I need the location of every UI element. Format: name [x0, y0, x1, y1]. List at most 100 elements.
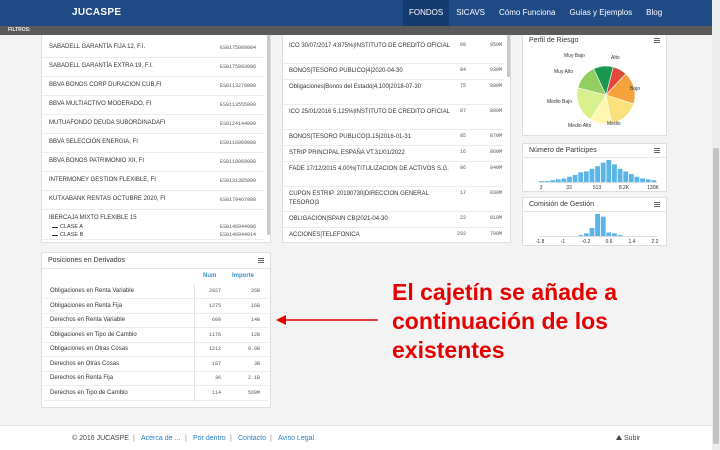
holding-row[interactable]: Obligaciones|Bonos del Estado|4,100|2018… [283, 80, 504, 105]
fund-name[interactable]: BBVA BONOS CORP DURACION CUB,FI [49, 82, 161, 88]
histogram-bar[interactable] [606, 232, 612, 236]
histogram-bar[interactable] [589, 228, 595, 236]
fund-name[interactable]: SABADELL GARANTÍA FIJA 12, F.I. [49, 44, 145, 50]
fund-row[interactable]: IBERCAJA MIXTO FLEXIBLE 15 CLASE A ES01469… [42, 210, 264, 240]
fund-row[interactable]: BBVA BONOS PATRIMONIO XII, FI ES011006900… [42, 153, 264, 172]
histogram-bar[interactable] [589, 168, 595, 182]
derivative-num: 1212 [208, 346, 221, 352]
footer-separator: | [133, 435, 135, 442]
risk-profile-panel: Perfil de Riesgo Muy Bajo Alto Muy Alto Baj… [522, 35, 667, 136]
holding-amount: 810M [489, 215, 502, 221]
derivative-row[interactable]: Derechos en Otras Cosas 107 3B [44, 357, 268, 372]
histogram-bar[interactable] [561, 178, 567, 182]
holding-name: FADE 17/12/2015 4.00%|TITULIZACION DE AC… [289, 166, 449, 172]
histogram-bar[interactable] [617, 168, 623, 182]
holdings-scrollbar[interactable] [507, 35, 510, 77]
fund-row[interactable]: MUTUAFONDO DEUDA SUBORDINADAFI ES01241440… [42, 115, 264, 134]
nav-como-funciona[interactable]: Cómo Funciona [492, 0, 562, 26]
col-importe-header[interactable]: Importe [232, 273, 254, 279]
fund-row[interactable]: INTERMONEY GESTION FLEXIBLE, FI ES0131385… [42, 172, 264, 191]
histogram-bar[interactable] [555, 179, 561, 182]
col-num-header[interactable]: Num [203, 273, 216, 279]
nav-blog[interactable]: Blog [639, 0, 669, 26]
nav-sicavs[interactable]: SICAVS [449, 0, 492, 26]
histogram-bar[interactable] [578, 235, 584, 236]
holding-name: STRIP PRINCIPAL ESPAÑA VT.31/01/2022 [289, 150, 405, 156]
footer-link-por-dentro[interactable]: Por dentro [193, 435, 226, 442]
nav-guias[interactable]: Guías y Ejemplos [562, 0, 639, 26]
footer-link-aviso-legal[interactable]: Aviso Legal [278, 435, 314, 442]
page-scrollbar-thumb[interactable] [713, 148, 719, 444]
histogram-bar[interactable] [634, 176, 640, 182]
fund-name[interactable]: INTERMONEY GESTION FLEXIBLE, FI [49, 177, 156, 183]
fund-row[interactable]: BBVA MULTIACTIVO MODERADO, FI ES011355500… [42, 96, 264, 115]
histogram-bar[interactable] [640, 178, 645, 182]
scroll-top-link[interactable]: Subir [616, 435, 640, 442]
holding-row[interactable]: ICO 25/01/2016 5.125%|INSTITUTO DE CREDI… [283, 105, 504, 130]
histogram-bar[interactable] [595, 166, 601, 182]
holding-row[interactable]: ACCIONES|TELEFONICA 292 790M [283, 228, 504, 242]
histogram-bar[interactable] [645, 179, 651, 182]
fund-name[interactable]: IBERCAJA MIXTO FLEXIBLE 15 [49, 215, 137, 221]
fund-name[interactable]: MUTUAFONDO DEUDA SUBORDINADAFI [49, 120, 165, 126]
histogram-bar[interactable] [612, 233, 617, 236]
fund-row[interactable]: KUTXABANK RENTA FIJA CORTO, FIES01385910… [42, 240, 264, 242]
fund-name[interactable]: KUTXABANK RENTAS OCTUBRE 2020, FI [49, 196, 166, 202]
histogram-bar[interactable] [600, 216, 606, 236]
histogram-bar[interactable] [567, 176, 572, 182]
histogram-bar[interactable] [606, 160, 612, 182]
holding-row[interactable]: CUPON ESTRIP. 20190730|DIRECCION GENERAL… [283, 187, 504, 212]
histogram-bar[interactable] [600, 162, 606, 182]
holding-row[interactable]: FADE 17/12/2015 4.00%|TITULIZACION DE AC… [283, 162, 504, 187]
footer-link-acerca[interactable]: Acerca de ... [141, 435, 180, 442]
holding-row[interactable]: OBLIGACION|SPAIN CB|2021-04-30 22 810M [283, 212, 504, 228]
histogram-bar[interactable] [623, 171, 629, 182]
fund-row[interactable]: BBVA SELECCIÓN ENERGIA, FI ES0116060008 [42, 134, 264, 153]
holding-amount: 890M [489, 83, 502, 89]
derivative-row[interactable]: Derechos en Tipo de Cambio 114 560M [44, 386, 268, 401]
fund-row[interactable]: SABADELL GARANTÍA FIJA 12, F.I. ES0175089… [42, 39, 264, 58]
derivative-row[interactable]: Obligaciones en Tipo de Cambio 1176 12B [44, 328, 268, 343]
histogram-bar[interactable] [578, 172, 584, 182]
derivative-row[interactable]: Obligaciones en Renta Fija 1275 16B [44, 299, 268, 314]
histogram-bar[interactable] [628, 174, 634, 182]
annotation-text: El cajetín se añade a continuación de lo… [392, 278, 617, 365]
derivative-label: Obligaciones en Otras Cosas [50, 346, 129, 352]
fund-class-label[interactable]: CLASE A [60, 224, 83, 230]
funds-scrollbar[interactable] [267, 35, 270, 235]
pie-label: Medio Bajo [547, 99, 572, 105]
histogram-bar[interactable] [583, 171, 589, 182]
holding-num: 87 [459, 108, 466, 114]
fund-row[interactable]: BBVA BONOS CORP DURACION CUB,FI ES0113278… [42, 77, 264, 96]
histogram-bar[interactable] [550, 180, 556, 182]
footer-link-contacto[interactable]: Contacto [238, 435, 266, 442]
brand-logo[interactable]: JUCASPE [72, 7, 121, 18]
holding-row[interactable]: BONOS|TESORO PUBLICO|4|2020-04-30 84 930M [283, 64, 504, 80]
histogram-bar[interactable] [617, 235, 623, 236]
holding-row[interactable]: BONOS|TESORO PUBLICO|3.15|2016-01-31 85 87… [283, 130, 504, 146]
histogram-bar[interactable] [583, 233, 589, 236]
derivative-row[interactable]: Derechos en Renta Variable 609 14B [44, 313, 268, 328]
histogram-bar[interactable] [595, 214, 601, 236]
fund-class-label[interactable]: CLASE B [60, 232, 83, 238]
histogram-bar[interactable] [539, 181, 544, 182]
histogram-bar[interactable] [544, 181, 550, 182]
fund-name[interactable]: BBVA BONOS PATRIMONIO XII, FI [49, 158, 144, 164]
menu-icon[interactable] [258, 258, 264, 263]
fund-row[interactable]: KUTXABANK RENTAS OCTUBRE 2020, FI ES01794… [42, 191, 264, 210]
derivative-row[interactable]: Obligaciones en Otras Cosas 1212 9.9B [44, 342, 268, 357]
nav-fondos[interactable]: FONDOS [403, 0, 450, 26]
fund-name[interactable]: BBVA SELECCIÓN ENERGIA, FI [49, 139, 138, 145]
fund-name[interactable]: SABADELL GARANTÍA EXTRA 19, F.I. [49, 63, 153, 69]
derivative-row[interactable]: Derechos en Renta Fija 36 2.1B [44, 371, 268, 386]
histogram-bar[interactable] [572, 174, 578, 182]
holding-row[interactable]: STRIP PRINCIPAL ESPAÑA VT.31/01/2022 16 86… [283, 146, 504, 162]
derivative-row[interactable]: Obligaciones en Renta Variable 2027 26B [44, 284, 268, 299]
pie-label: Medio Alto [568, 123, 592, 129]
histogram-bar[interactable] [651, 180, 657, 182]
fund-row[interactable]: SABADELL GARANTÍA EXTRA 19, F.I. ES017509… [42, 58, 264, 77]
histogram-bar[interactable] [612, 164, 617, 182]
fund-name[interactable]: BBVA MULTIACTIVO MODERADO, FI [49, 101, 151, 107]
holding-row[interactable]: ICO 30/07/2017 4.875%|INSTITUTO DE CREDI… [283, 39, 504, 64]
risk-pie-chart: Muy Bajo Alto Muy Alto Bajo Medio Bajo Medio … [547, 53, 640, 129]
